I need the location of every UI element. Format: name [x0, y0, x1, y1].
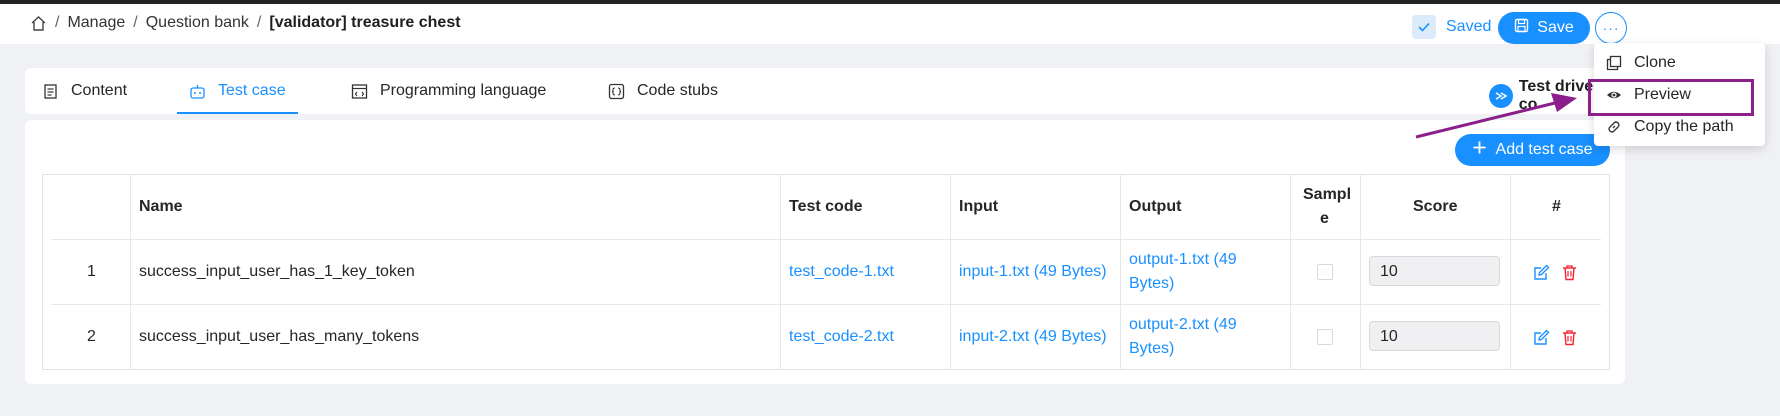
save-label: Save [1537, 19, 1574, 36]
menu-item-clone[interactable]: Clone [1594, 47, 1765, 79]
column-divider [1360, 175, 1361, 369]
header-input: Input [959, 198, 999, 215]
delete-icon[interactable] [1561, 329, 1578, 346]
tab-content[interactable]: Content [42, 68, 127, 114]
sample-checkbox[interactable] [1317, 329, 1333, 345]
row-index: 2 [87, 328, 96, 345]
link-icon [1606, 119, 1622, 135]
saved-label: Saved [1446, 18, 1492, 35]
code-window-icon [351, 83, 368, 100]
edit-icon[interactable] [1533, 264, 1550, 281]
column-divider [1120, 175, 1121, 369]
test-code-link[interactable]: test_code-1.txt [789, 263, 894, 281]
copy-icon [1606, 55, 1622, 71]
tab-label: Test case [218, 82, 286, 99]
breadcrumb-manage[interactable]: Manage [67, 14, 125, 32]
plus-icon [1473, 141, 1486, 159]
score-input[interactable]: 10 [1369, 256, 1500, 286]
edit-icon[interactable] [1533, 329, 1550, 346]
header-test-code: Test code [789, 198, 863, 215]
row-divider [51, 304, 1601, 305]
column-divider [950, 175, 951, 369]
tab-label: Code stubs [637, 82, 718, 99]
breadcrumb-separator: / [256, 14, 262, 31]
add-test-case-label: Add test case [1495, 141, 1593, 158]
score-input[interactable]: 10 [1369, 321, 1500, 351]
breadcrumb-question-bank[interactable]: Question bank [146, 14, 249, 32]
delete-icon[interactable] [1561, 264, 1578, 281]
row-index: 1 [87, 263, 96, 280]
output-link-wrap[interactable]: Bytes) [1129, 275, 1174, 293]
breadcrumb: / Manage / Question bank / [validator] t… [30, 14, 461, 32]
menu-item-label: Clone [1634, 54, 1676, 71]
tab-code-stubs[interactable]: Code stubs [608, 68, 718, 114]
header-output: Output [1129, 198, 1182, 215]
output-link-wrap[interactable]: Bytes) [1129, 340, 1174, 358]
column-divider [1290, 175, 1291, 369]
tab-test-case[interactable]: Test case [177, 68, 298, 114]
save-icon [1514, 18, 1529, 38]
annotation-highlight-box [1588, 79, 1754, 116]
column-divider [1510, 175, 1511, 369]
header-name: Name [139, 198, 183, 215]
column-divider [130, 175, 131, 369]
row-name: success_input_user_has_1_key_token [139, 263, 415, 280]
save-button[interactable]: Save [1498, 12, 1590, 44]
code-braces-icon [608, 83, 625, 100]
tab-label: Programming language [380, 82, 547, 99]
input-link[interactable]: input-2.txt (49 Bytes) [959, 328, 1107, 346]
column-divider [780, 175, 781, 369]
tab-bar: Content Test case Programming language C… [25, 68, 1625, 114]
tab-label: Content [71, 82, 128, 99]
header-sample-wrap: e [1320, 210, 1329, 227]
saved-status: Saved [1412, 15, 1491, 39]
row-divider [51, 239, 1601, 240]
document-icon [42, 83, 59, 100]
breadcrumb-separator: / [55, 14, 60, 31]
output-link[interactable]: output-1.txt (49 [1129, 251, 1237, 269]
robot-icon [189, 83, 206, 100]
test-driven-icon [1489, 84, 1513, 108]
header-sample: Sampl [1303, 186, 1352, 203]
breadcrumb-current: [validator] treasure chest [269, 14, 461, 31]
test-code-link[interactable]: test_code-2.txt [789, 328, 894, 346]
output-link[interactable]: output-2.txt (49 [1129, 316, 1237, 334]
row-name: success_input_user_has_many_tokens [139, 328, 420, 345]
header-score: Score [1413, 198, 1458, 215]
input-link[interactable]: input-1.txt (49 Bytes) [959, 263, 1107, 281]
tab-programming-language[interactable]: Programming language [351, 68, 546, 114]
home-icon[interactable] [30, 15, 47, 32]
breadcrumb-separator: / [133, 14, 138, 31]
more-options-button[interactable]: ··· [1595, 12, 1627, 44]
check-icon [1412, 15, 1436, 39]
more-icon: ··· [1602, 20, 1620, 36]
top-bar: / Manage / Question bank / [validator] t… [0, 4, 1780, 44]
menu-item-label: Copy the path [1634, 118, 1734, 135]
sample-checkbox[interactable] [1317, 264, 1333, 280]
test-case-table: Name Test code Input Output Sampl e Scor… [42, 174, 1610, 370]
header-actions: # [1552, 198, 1561, 215]
add-test-case-button[interactable]: Add test case [1455, 134, 1610, 166]
